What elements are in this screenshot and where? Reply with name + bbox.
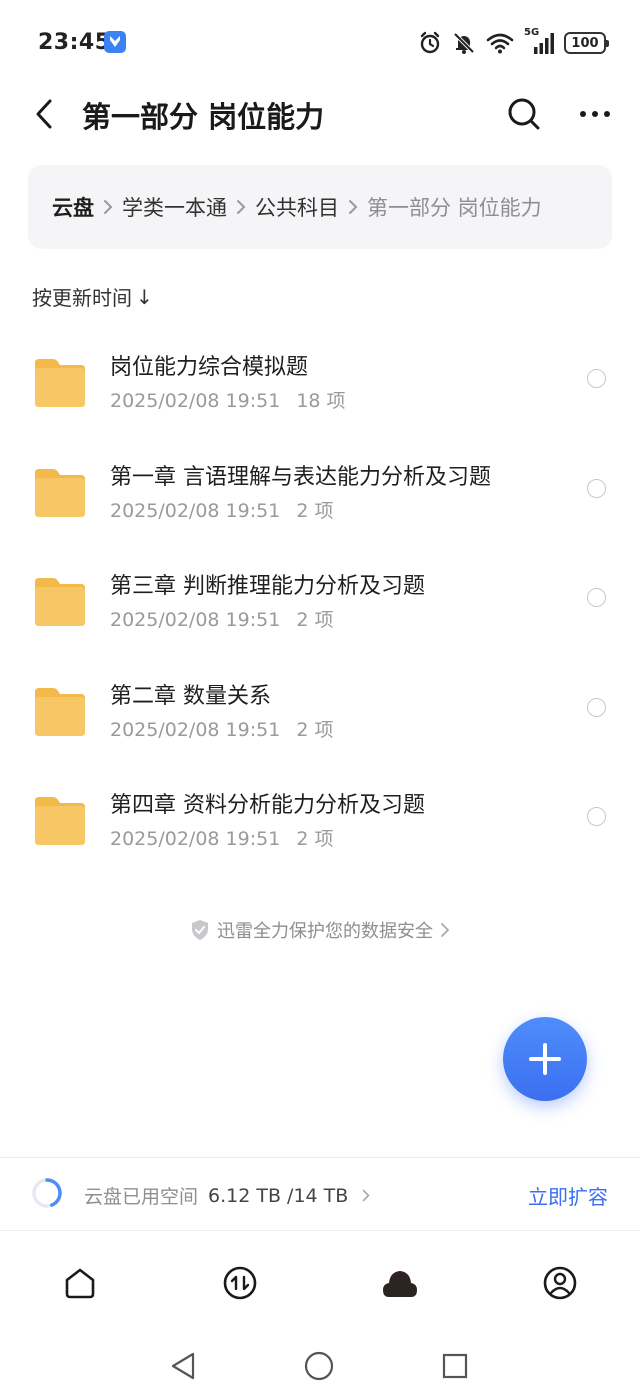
chevron-right-icon xyxy=(441,923,450,937)
more-icon xyxy=(580,111,610,117)
status-icons: 5G 100 xyxy=(418,27,609,58)
list-item[interactable]: 岗位能力综合模拟题 2025/02/08 19:51 18 项 xyxy=(0,323,640,433)
signal-indicator: 5G xyxy=(524,27,554,55)
list-item[interactable]: 第二章 数量关系 2025/02/08 19:51 2 项 xyxy=(0,652,640,762)
back-arrow-icon xyxy=(36,99,52,129)
square-recents-icon xyxy=(442,1353,468,1379)
sort-button[interactable]: 按更新时间 ↓ xyxy=(32,282,153,311)
breadcrumb-current: 第一部分 岗位能力 xyxy=(367,196,542,220)
chevron-right-icon xyxy=(236,199,246,215)
breadcrumb-root[interactable]: 云盘 xyxy=(52,192,94,222)
select-checkbox[interactable] xyxy=(587,369,606,388)
page-title: 第一部分 岗位能力 xyxy=(82,100,325,134)
wifi-icon xyxy=(486,33,514,54)
storage-value: 6.12 TB /14 TB xyxy=(208,1184,349,1207)
expand-storage-link[interactable]: 立即扩容 xyxy=(528,1181,608,1210)
file-count: 2 项 xyxy=(296,718,334,741)
header: 第一部分 岗位能力 xyxy=(0,86,640,144)
storage-bar[interactable]: 云盘已用空间 6.12 TB /14 TB 立即扩容 xyxy=(0,1159,640,1229)
signal-icon xyxy=(534,33,554,54)
back-button[interactable] xyxy=(24,92,64,136)
security-note[interactable]: 迅雷全力保护您的数据安全 xyxy=(0,917,640,943)
chevron-right-icon xyxy=(362,1189,370,1202)
file-date: 2025/02/08 19:51 xyxy=(110,609,281,631)
security-note-text: 迅雷全力保护您的数据安全 xyxy=(217,921,433,942)
storage-label-text: 云盘已用空间 xyxy=(84,1186,199,1208)
circle-home-icon xyxy=(304,1351,334,1381)
folder-icon xyxy=(35,578,85,626)
file-count: 18 项 xyxy=(296,390,346,412)
file-name: 岗位能力综合模拟题 xyxy=(110,355,309,380)
shield-icon xyxy=(192,920,208,940)
cloud-icon xyxy=(383,1271,417,1297)
chevron-right-icon xyxy=(348,199,358,215)
breadcrumb-item[interactable]: 学类一本通 xyxy=(122,192,227,222)
app-notification-icon xyxy=(104,31,126,53)
mute-icon xyxy=(453,32,475,54)
cloud-tab[interactable] xyxy=(376,1259,424,1307)
file-list: 岗位能力综合模拟题 2025/02/08 19:51 18 项 第一章 言语理解与… xyxy=(0,323,640,871)
file-meta: 2025/02/08 19:51 2 项 xyxy=(110,496,333,523)
file-date: 2025/02/08 19:51 xyxy=(110,828,281,850)
list-item[interactable]: 第一章 言语理解与表达能力分析及习题 2025/02/08 19:51 2 项 xyxy=(0,433,640,543)
file-date: 2025/02/08 19:51 xyxy=(110,499,281,522)
alarm-icon xyxy=(420,31,440,54)
file-meta: 2025/02/08 19:51 18 项 xyxy=(110,386,346,413)
transfer-tab[interactable] xyxy=(216,1259,264,1307)
file-name: 第二章 数量关系 xyxy=(110,683,271,709)
tab-bar xyxy=(0,1231,640,1331)
profile-icon xyxy=(543,1266,577,1300)
home-icon xyxy=(65,1268,95,1299)
list-item[interactable]: 第四章 资料分析能力分析及习题 2025/02/08 19:51 2 项 xyxy=(0,761,640,871)
nav-recents-button[interactable] xyxy=(438,1349,472,1383)
file-count: 2 项 xyxy=(296,609,334,631)
transfer-icon xyxy=(223,1266,257,1300)
select-checkbox[interactable] xyxy=(587,588,606,607)
profile-tab[interactable] xyxy=(536,1259,584,1307)
more-button[interactable] xyxy=(572,92,618,136)
folder-icon xyxy=(35,797,85,845)
file-count: 2 项 xyxy=(296,828,334,850)
file-name: 第四章 资料分析能力分析及习题 xyxy=(110,793,425,818)
search-icon xyxy=(508,98,540,130)
file-name: 第一章 言语理解与表达能力分析及习题 xyxy=(110,464,491,490)
storage-label: 云盘已用空间 6.12 TB /14 TB xyxy=(84,1182,370,1209)
search-button[interactable] xyxy=(502,92,546,136)
system-nav-bar xyxy=(0,1331,640,1400)
triangle-back-icon xyxy=(171,1352,195,1380)
nav-back-button[interactable] xyxy=(166,1349,200,1383)
divider xyxy=(0,1157,640,1158)
plus-icon xyxy=(529,1043,561,1075)
nav-home-button[interactable] xyxy=(302,1349,336,1383)
home-tab[interactable] xyxy=(56,1259,104,1307)
file-date: 2025/02/08 19:51 xyxy=(110,390,281,412)
battery-icon: 100 xyxy=(564,32,609,54)
file-meta: 2025/02/08 19:51 2 项 xyxy=(110,605,333,632)
sort-label: 按更新时间 xyxy=(32,286,132,310)
file-meta: 2025/02/08 19:51 2 项 xyxy=(110,824,333,851)
file-name: 第三章 判断推理能力分析及习题 xyxy=(110,574,425,599)
breadcrumb-item[interactable]: 公共科目 xyxy=(255,192,339,222)
sort-arrow-icon: ↓ xyxy=(136,284,153,309)
status-bar: 23:45 5G 100 xyxy=(0,0,640,86)
file-date: 2025/02/08 19:51 xyxy=(110,718,281,741)
select-checkbox[interactable] xyxy=(587,807,606,826)
file-count: 2 项 xyxy=(296,499,334,522)
chevron-right-icon xyxy=(103,199,113,215)
folder-icon xyxy=(35,687,85,736)
add-button[interactable] xyxy=(503,1017,587,1101)
folder-icon xyxy=(35,359,85,407)
select-checkbox[interactable] xyxy=(587,478,606,498)
breadcrumb: 云盘 学类一本通 公共科目 第一部分 岗位能力 xyxy=(28,165,612,249)
storage-usage-ring xyxy=(32,1178,62,1208)
status-time: 23:45 xyxy=(38,30,111,55)
select-checkbox[interactable] xyxy=(587,697,606,717)
list-item[interactable]: 第三章 判断推理能力分析及习题 2025/02/08 19:51 2 项 xyxy=(0,542,640,652)
folder-icon xyxy=(35,468,85,517)
file-meta: 2025/02/08 19:51 2 项 xyxy=(110,715,333,742)
